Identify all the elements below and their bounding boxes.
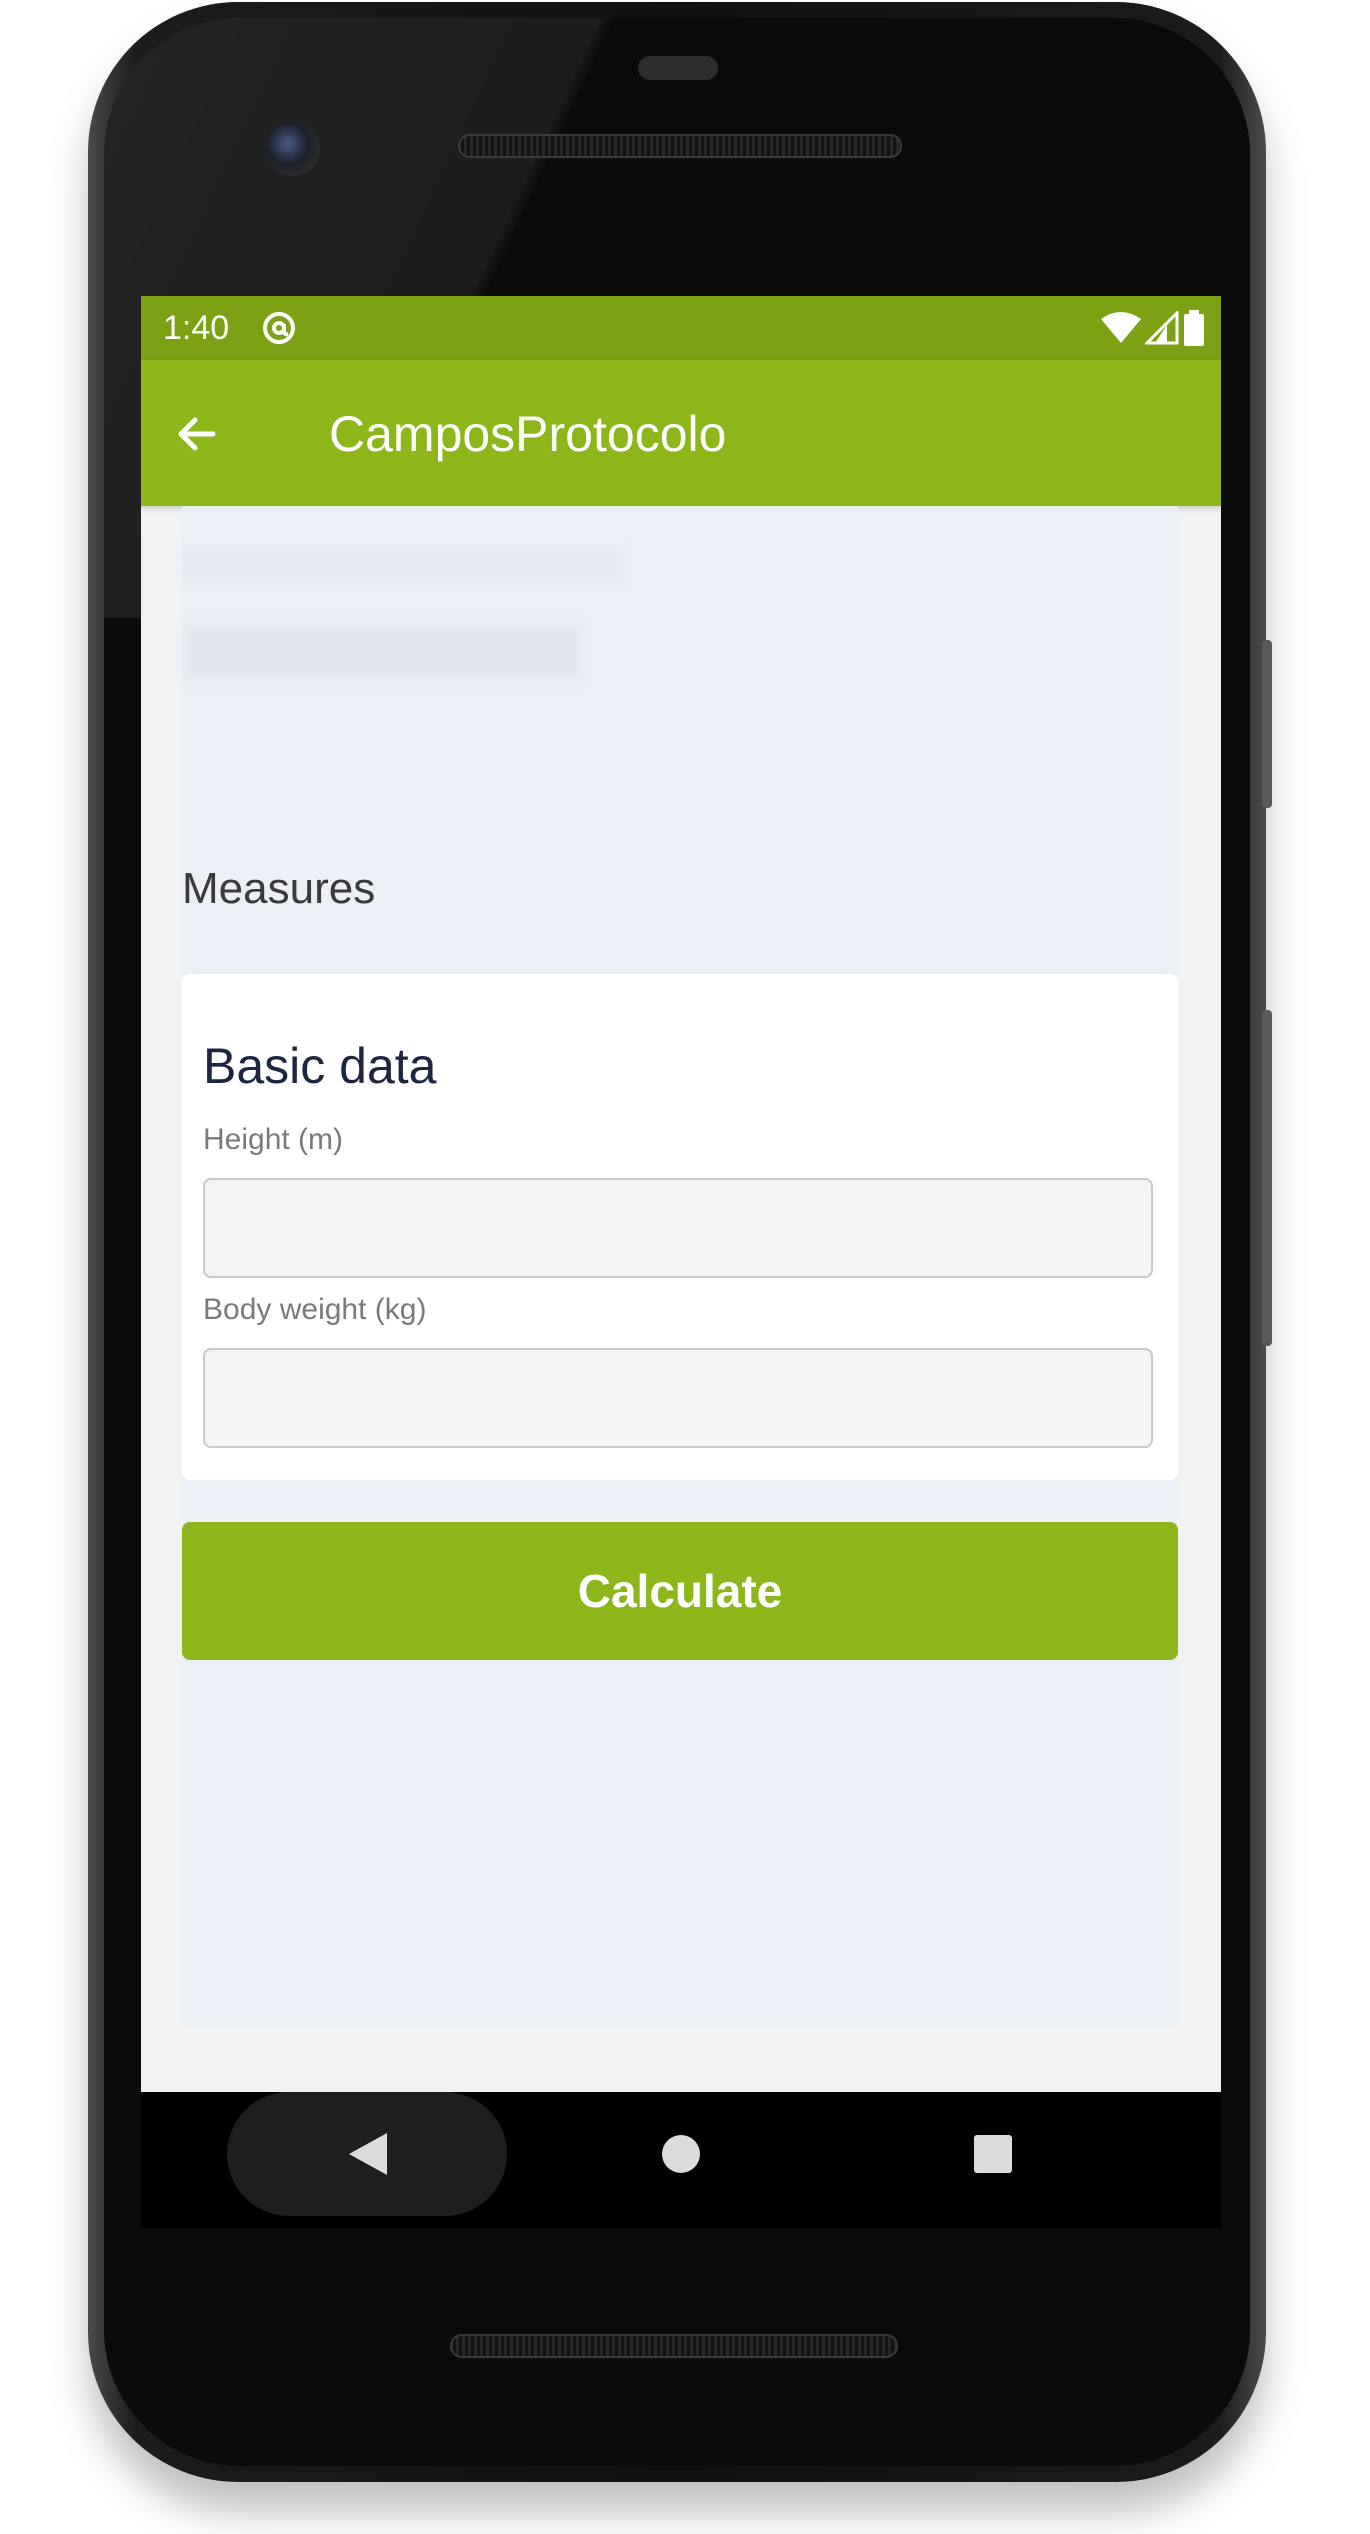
square-recents-icon — [974, 2135, 1012, 2173]
app-bar: CamposProtocolo — [141, 360, 1221, 506]
height-input[interactable] — [203, 1178, 1153, 1278]
page-title: CamposProtocolo — [329, 406, 727, 462]
arrow-left-icon — [178, 417, 216, 451]
content-area: Measures Basic data Height (m) Body weig… — [182, 506, 1178, 2026]
device-frame: 1:40 CamposProtocolo Measures Basic data… — [0, 0, 1370, 2534]
volume-button — [1262, 1010, 1272, 1346]
nav-recents-button[interactable] — [951, 2112, 1035, 2196]
top-speaker-grille — [458, 134, 902, 158]
front-camera — [266, 122, 320, 176]
status-bar: 1:40 — [141, 296, 1221, 360]
body-weight-input[interactable] — [203, 1348, 1153, 1448]
top-sensor — [638, 56, 718, 80]
navigation-bar — [141, 2092, 1221, 2228]
status-icons — [1101, 308, 1205, 348]
back-button[interactable] — [161, 398, 233, 470]
battery-icon — [1184, 310, 1204, 346]
circle-home-icon — [662, 2135, 700, 2173]
height-label: Height (m) — [203, 1123, 344, 1156]
status-time: 1:40 — [163, 309, 230, 347]
nav-home-button[interactable] — [639, 2112, 723, 2196]
triangle-back-icon — [349, 2133, 387, 2175]
section-title: Measures — [182, 864, 376, 913]
body-weight-label: Body weight (kg) — [203, 1293, 427, 1326]
at-sign-icon — [263, 312, 295, 344]
calculate-button[interactable]: Calculate — [182, 1522, 1178, 1660]
card-title: Basic data — [203, 1038, 437, 1094]
blurred-placeholder — [182, 624, 582, 680]
bottom-speaker-grille — [450, 2334, 898, 2358]
nav-back-button[interactable] — [326, 2112, 410, 2196]
wifi-icon — [1101, 312, 1141, 343]
screen: 1:40 CamposProtocolo Measures Basic data… — [141, 296, 1221, 2092]
cell-signal-icon — [1145, 311, 1179, 345]
blurred-placeholder — [182, 546, 622, 584]
basic-data-card: Basic data Height (m) Body weight (kg) — [182, 974, 1178, 1480]
power-button — [1262, 640, 1272, 808]
